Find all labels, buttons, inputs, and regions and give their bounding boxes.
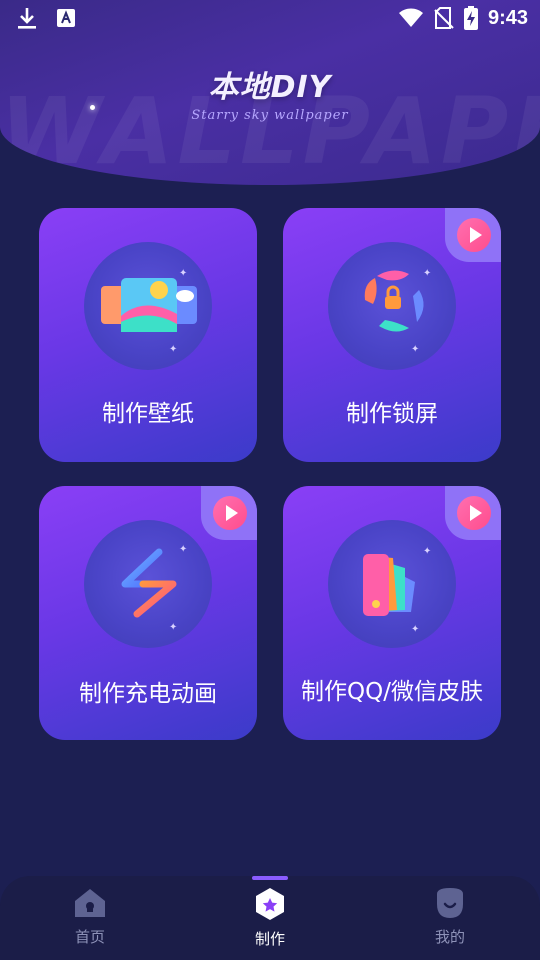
wifi-icon xyxy=(398,8,424,28)
card-make-wallpaper[interactable]: ✦ ✦ 制作壁纸 xyxy=(39,208,257,462)
nav-item-create[interactable]: 制作 xyxy=(180,876,360,960)
battery-charging-icon xyxy=(463,6,478,30)
card-label: 制作充电动画 xyxy=(79,681,217,707)
nav-label: 我的 xyxy=(434,928,465,946)
create-hexagon-icon xyxy=(256,888,284,920)
page-title: 本地DIY xyxy=(208,70,332,105)
nav-item-home[interactable]: 首页 xyxy=(0,876,180,960)
profile-icon xyxy=(437,888,463,918)
title-block: 本地DIY Starry sky wallpaper xyxy=(0,62,540,123)
nav-label: 首页 xyxy=(74,928,105,946)
no-sim-icon xyxy=(434,7,454,29)
image-gallery-icon xyxy=(101,278,197,332)
card-label: 制作壁纸 xyxy=(102,401,194,427)
lightning-icon xyxy=(121,548,177,618)
card-make-charging-animation[interactable]: ✦ ✦ 制作充电动画 xyxy=(39,486,257,740)
home-icon xyxy=(75,889,105,917)
download-icon xyxy=(16,6,38,30)
card-label: 制作QQ/微信皮肤 xyxy=(301,679,483,705)
sparkle-icon: ✦ xyxy=(411,344,420,355)
status-time: 9:43 xyxy=(487,6,528,29)
status-bar: 9:43 xyxy=(0,0,540,36)
page-subtitle: Starry sky wallpaper xyxy=(191,108,349,123)
bottom-nav: 首页 制作 我的 xyxy=(0,876,540,960)
lock-screen-icon xyxy=(364,270,424,332)
card-label: 制作锁屏 xyxy=(346,401,438,427)
card-make-qq-wechat-skin[interactable]: ✦ ✦ 制作QQ/微信皮肤 xyxy=(283,486,501,740)
sparkle-icon: ✦ xyxy=(169,622,178,633)
nav-item-profile[interactable]: 我的 xyxy=(360,876,540,960)
nav-label: 制作 xyxy=(254,930,285,948)
play-video-button[interactable] xyxy=(457,218,491,252)
color-palette-icon xyxy=(363,554,415,616)
play-video-button[interactable] xyxy=(457,496,491,530)
play-video-button[interactable] xyxy=(213,496,247,530)
a-icon xyxy=(56,8,76,28)
sparkle-icon: ✦ xyxy=(169,344,178,355)
sparkle-icon: ✦ xyxy=(411,624,420,635)
nav-active-indicator xyxy=(252,876,288,880)
card-make-lockscreen[interactable]: ✦ ✦ 制作锁屏 xyxy=(283,208,501,462)
